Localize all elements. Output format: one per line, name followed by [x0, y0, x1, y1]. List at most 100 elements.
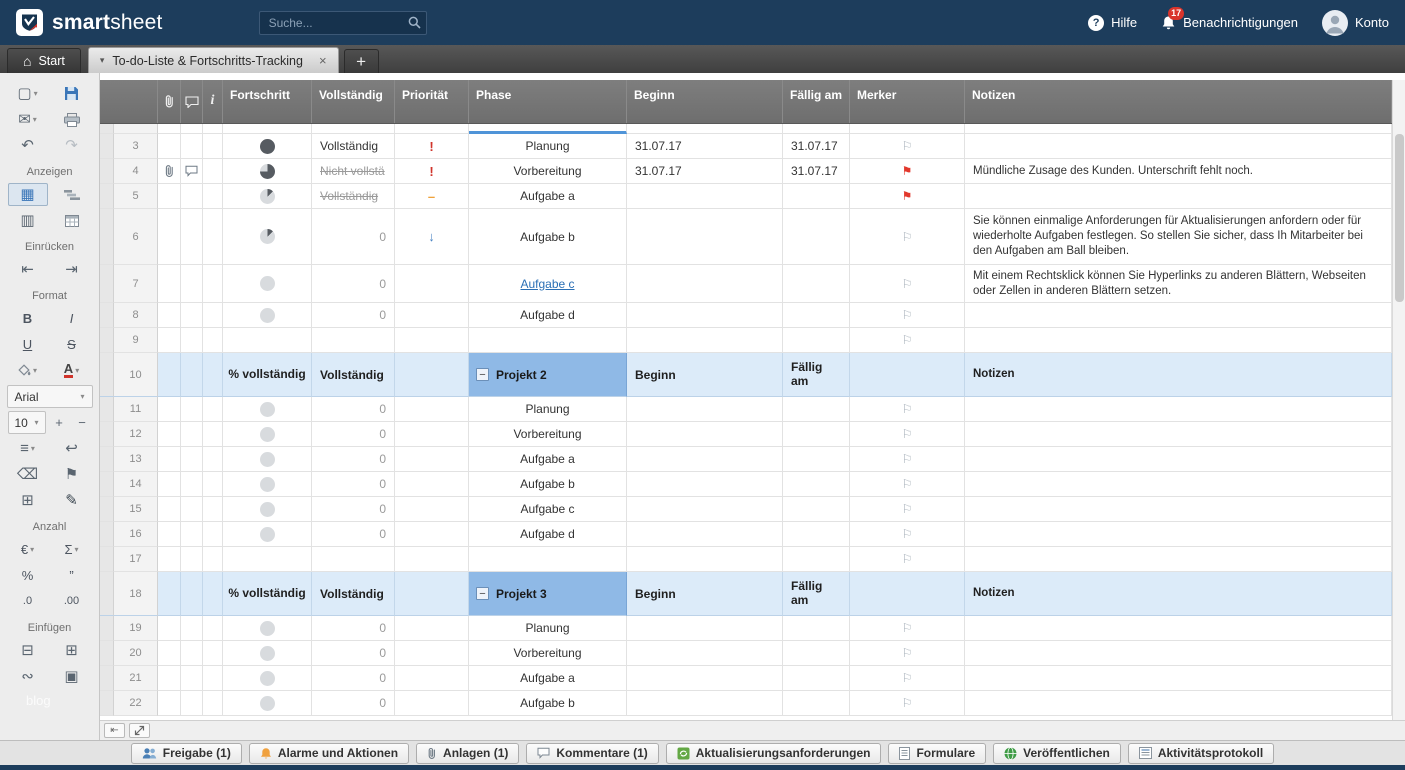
expand-sheet-button[interactable]: [129, 723, 150, 738]
comment-cell[interactable]: [181, 447, 203, 472]
complete-cell[interactable]: 0: [312, 616, 395, 641]
info-cell[interactable]: [203, 641, 223, 666]
flag-cell[interactable]: ⚑: [850, 184, 965, 209]
begin-cell[interactable]: [627, 472, 783, 497]
attachment-cell[interactable]: [158, 124, 181, 134]
footer-tab-log[interactable]: Aktivitätsprotokoll: [1128, 743, 1274, 764]
info-cell[interactable]: [203, 159, 223, 184]
priority-cell[interactable]: [395, 353, 469, 397]
info-cell[interactable]: [203, 397, 223, 422]
increase-font-button[interactable]: +: [50, 411, 69, 434]
complete-cell[interactable]: 0: [312, 209, 395, 265]
search-icon[interactable]: [408, 16, 421, 29]
due-cell[interactable]: [783, 422, 850, 447]
attachment-cell[interactable]: [158, 265, 181, 303]
begin-header-cell[interactable]: Beginn: [627, 353, 783, 397]
attachment-cell[interactable]: [158, 691, 181, 716]
complete-cell[interactable]: 0: [312, 666, 395, 691]
comment-cell[interactable]: [181, 497, 203, 522]
info-cell[interactable]: [203, 353, 223, 397]
phase-cell[interactable]: Aufgabe d: [469, 522, 627, 547]
attachment-cell[interactable]: [158, 422, 181, 447]
row-number[interactable]: 11: [114, 397, 158, 422]
vertical-scrollbar[interactable]: [1392, 80, 1405, 720]
font-family-select[interactable]: Arial▾: [7, 385, 93, 408]
phase-cell[interactable]: [469, 547, 627, 572]
flag-cell[interactable]: ⚐: [850, 303, 965, 328]
comment-cell[interactable]: [181, 328, 203, 353]
due-cell[interactable]: [783, 522, 850, 547]
flag-cell[interactable]: ⚐: [850, 447, 965, 472]
row-number[interactable]: 21: [114, 666, 158, 691]
flag-icon[interactable]: ⚐: [902, 622, 913, 634]
phase-cell[interactable]: Aufgabe b: [469, 691, 627, 716]
complete-cell[interactable]: [312, 547, 395, 572]
flag-icon[interactable]: ⚐: [902, 503, 913, 515]
progress-cell[interactable]: [223, 691, 312, 716]
due-cell[interactable]: [783, 616, 850, 641]
info-cell[interactable]: [203, 124, 223, 134]
complete-header-cell[interactable]: Vollständig: [312, 353, 395, 397]
column-header-vollstaendig[interactable]: Vollständig: [312, 80, 395, 123]
flag-icon[interactable]: ⚑: [902, 165, 913, 177]
flag-cell[interactable]: ⚐: [850, 422, 965, 447]
flag-cell[interactable]: ⚐: [850, 397, 965, 422]
notes-cell[interactable]: [965, 522, 1392, 547]
flag-icon[interactable]: ⚐: [902, 309, 913, 321]
flag-cell[interactable]: ⚐: [850, 522, 965, 547]
progress-cell[interactable]: [223, 522, 312, 547]
complete-cell[interactable]: 0: [312, 497, 395, 522]
phase-cell[interactable]: Planung: [469, 616, 627, 641]
notifications-button[interactable]: 17 Benachrichtigungen: [1161, 15, 1298, 31]
begin-cell[interactable]: [627, 184, 783, 209]
priority-cell[interactable]: [395, 641, 469, 666]
begin-cell[interactable]: [627, 641, 783, 666]
collapse-button[interactable]: −: [476, 368, 489, 381]
flag-cell[interactable]: ⚐: [850, 666, 965, 691]
attachment-cell[interactable]: [158, 303, 181, 328]
comment-cell[interactable]: [181, 159, 203, 184]
due-cell[interactable]: [783, 184, 850, 209]
attachment-cell[interactable]: [158, 353, 181, 397]
info-cell[interactable]: [203, 447, 223, 472]
comma-style-button[interactable]: ”: [52, 564, 92, 587]
notes-cell[interactable]: [965, 328, 1392, 353]
attachment-cell[interactable]: [158, 572, 181, 616]
due-cell[interactable]: [783, 666, 850, 691]
begin-cell[interactable]: [627, 522, 783, 547]
complete-cell[interactable]: Nicht vollstä: [312, 159, 395, 184]
info-cell[interactable]: [203, 422, 223, 447]
due-cell[interactable]: [783, 397, 850, 422]
begin-cell[interactable]: [627, 303, 783, 328]
flag-cell[interactable]: ⚐: [850, 616, 965, 641]
phase-cell[interactable]: Aufgabe a: [469, 447, 627, 472]
comment-column-header[interactable]: [181, 80, 203, 123]
complete-cell[interactable]: [312, 328, 395, 353]
begin-cell[interactable]: [627, 265, 783, 303]
notes-header-cell[interactable]: Notizen: [965, 572, 1392, 616]
due-cell[interactable]: [783, 303, 850, 328]
info-cell[interactable]: [203, 666, 223, 691]
priority-cell[interactable]: [395, 616, 469, 641]
due-header-cell[interactable]: Fällig am: [783, 353, 850, 397]
attachment-cell[interactable]: [158, 134, 181, 159]
begin-cell[interactable]: [627, 209, 783, 265]
calendar-view-button[interactable]: [52, 209, 92, 232]
attachment-cell[interactable]: [158, 328, 181, 353]
attachment-cell[interactable]: [158, 641, 181, 666]
row-number[interactable]: 9: [114, 328, 158, 353]
row-number[interactable]: 5: [114, 184, 158, 209]
comment-cell[interactable]: [181, 572, 203, 616]
complete-cell[interactable]: 0: [312, 522, 395, 547]
info-cell[interactable]: [203, 472, 223, 497]
begin-cell[interactable]: [627, 397, 783, 422]
notes-cell[interactable]: [965, 691, 1392, 716]
row-number[interactable]: 15: [114, 497, 158, 522]
flag-cell[interactable]: ⚐: [850, 691, 965, 716]
complete-cell[interactable]: 0: [312, 422, 395, 447]
complete-cell[interactable]: 0: [312, 641, 395, 666]
print-button[interactable]: [52, 108, 92, 131]
notes-cell[interactable]: [965, 124, 1392, 134]
search-input[interactable]: [259, 11, 427, 35]
smartsheet-logo[interactable]: smartsheet: [16, 9, 163, 36]
